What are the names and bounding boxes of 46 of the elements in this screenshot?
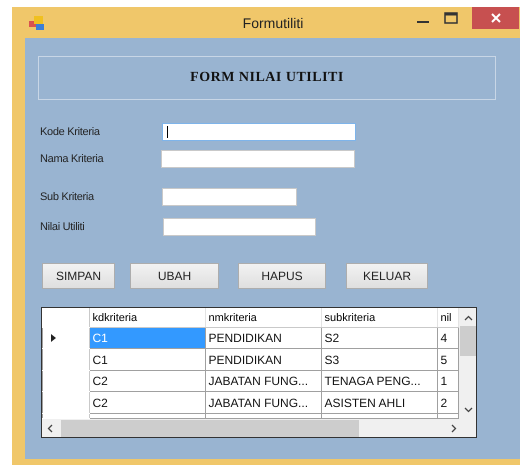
vertical-scrollbar[interactable]: [458, 308, 476, 419]
table-cell: C1: [89, 328, 205, 349]
table-cell: C2: [89, 392, 205, 414]
column-header[interactable]: nil: [437, 308, 458, 328]
action-button[interactable]: KELUAR: [346, 263, 428, 289]
column-header[interactable]: nmkriteria: [205, 308, 321, 328]
scroll-down-icon[interactable]: [464, 407, 472, 413]
scroll-up-icon[interactable]: [464, 315, 472, 321]
table-cell: PENDIDIKAN: [205, 348, 321, 370]
input-field[interactable]: [161, 150, 355, 168]
table-cell: S2: [321, 328, 437, 349]
window-title: Formutiliti: [242, 14, 304, 30]
table-cell: 4: [437, 328, 458, 349]
table-cell: 1: [437, 370, 458, 392]
input-field[interactable]: [162, 123, 356, 141]
field-label: Nilai Utiliti: [40, 221, 86, 233]
table-cell: S3: [321, 348, 437, 370]
column-header[interactable]: subkriteria: [321, 308, 437, 328]
row-header[interactable]: [42, 328, 89, 349]
current-row-icon: [51, 334, 56, 342]
scroll-right-icon[interactable]: [451, 424, 457, 432]
table-cell: PENDIDIKAN: [205, 328, 321, 349]
form-heading: FORM NILAI UTILITI: [190, 70, 344, 86]
field-label: Kode Kriteria: [40, 126, 101, 138]
input-field[interactable]: [163, 218, 316, 236]
action-button[interactable]: SIMPAN: [42, 263, 115, 289]
table-cell: JABATAN FUNG...: [205, 392, 321, 414]
close-icon: [490, 13, 500, 23]
close-button[interactable]: [472, 7, 519, 29]
column-header[interactable]: kdkriteria: [89, 308, 205, 328]
table-cell: ASISTEN AHLI: [321, 392, 437, 414]
scroll-left-icon[interactable]: [47, 424, 53, 432]
table-cell: C2: [89, 370, 205, 392]
app-icon: [29, 16, 45, 30]
table-cell: C1: [89, 348, 205, 370]
text-cursor: [167, 126, 168, 138]
table-cell: JABATAN FUNG...: [205, 370, 321, 392]
table-cell: 2: [437, 392, 458, 414]
input-field[interactable]: [162, 188, 297, 206]
table-cell: TENAGA PENG...: [321, 370, 437, 392]
maximize-icon[interactable]: [444, 11, 458, 25]
field-label: Sub Kriteria: [40, 191, 96, 203]
table-cell: 5: [437, 348, 458, 370]
action-button[interactable]: UBAH: [130, 263, 219, 289]
action-button[interactable]: HAPUS: [238, 263, 326, 289]
field-label: Nama Kriteria: [40, 153, 105, 165]
